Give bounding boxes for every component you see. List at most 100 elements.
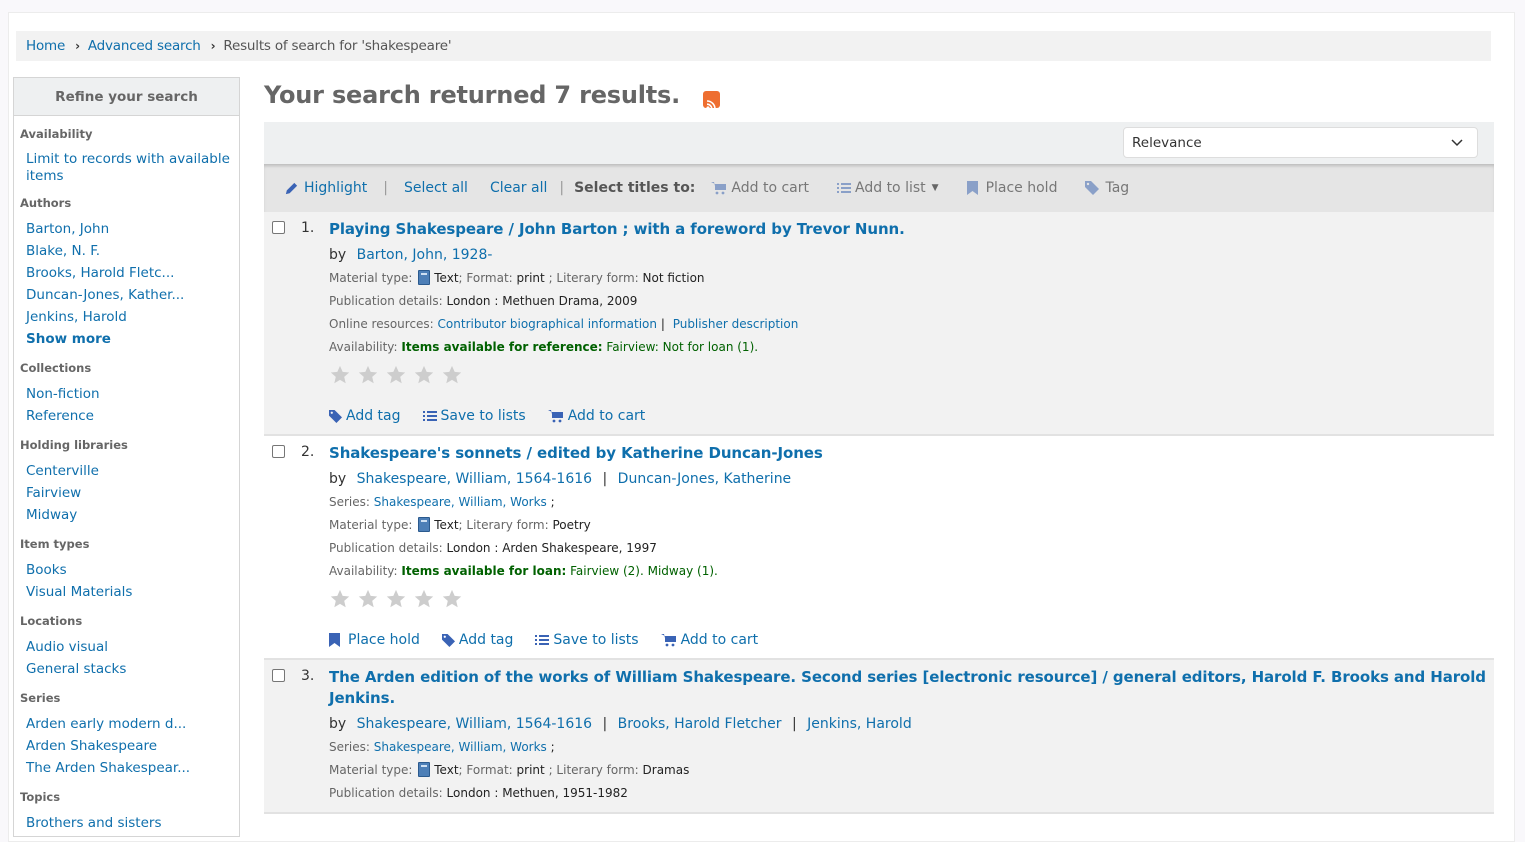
add-to-cart-button[interactable]: Add to cart	[547, 408, 645, 424]
tag-icon	[441, 633, 455, 647]
bookmark-icon	[966, 181, 978, 195]
author-link[interactable]: Shakespeare, William, 1564-1616	[357, 716, 592, 732]
show-more-link[interactable]: Show more	[26, 331, 111, 347]
star-icon[interactable]	[413, 364, 435, 386]
facet-link[interactable]: Blake, N. F.	[26, 243, 100, 259]
add-tag-button[interactable]: Add tag	[441, 632, 513, 648]
add-to-cart-button[interactable]: Add to cart	[660, 632, 758, 648]
chevron-right-icon: ›	[75, 39, 80, 53]
highlight-toggle[interactable]: Highlight	[284, 180, 367, 196]
author-link[interactable]: Brooks, Harold Fletcher	[618, 716, 782, 732]
result-authors: by Shakespeare, William, 1564-1616 | Dun…	[329, 471, 792, 487]
facet-link[interactable]: Books	[26, 562, 67, 578]
star-rating[interactable]	[329, 588, 1494, 610]
scrollbar-track[interactable]	[1515, 12, 1525, 825]
facet-link[interactable]: General stacks	[26, 661, 126, 677]
facet-item-types: Item types Books Visual Materials	[14, 537, 239, 603]
list-icon	[422, 411, 437, 421]
place-hold-button[interactable]: Place hold	[329, 632, 420, 648]
facet-link[interactable]: Brothers and sisters	[26, 815, 162, 831]
result-checkbox[interactable]	[272, 445, 285, 458]
result-checkbox[interactable]	[272, 669, 285, 682]
result-checkbox[interactable]	[272, 221, 285, 234]
bookmark-icon	[329, 633, 340, 647]
add-tag-button[interactable]: Add tag	[329, 408, 401, 424]
result-title[interactable]: Playing Shakespeare / John Barton ; with…	[329, 220, 905, 238]
facet-link[interactable]: Centerville	[26, 463, 99, 479]
series-link[interactable]: Shakespeare, William, Works	[374, 495, 547, 509]
material-type-line: Material type: Text; Literary form: Poet…	[329, 517, 591, 532]
facet-authors: Authors Barton, John Blake, N. F. Brooks…	[14, 196, 239, 350]
star-rating[interactable]	[329, 364, 1494, 386]
result-item: 3. The Arden edition of the works of Wil…	[264, 660, 1494, 814]
author-link[interactable]: Duncan-Jones, Katherine	[618, 471, 792, 487]
book-icon	[418, 517, 431, 532]
place-hold-bulk[interactable]: Place hold	[966, 180, 1057, 196]
publication-line: Publication details: London : Arden Shak…	[329, 541, 657, 555]
selection-toolbar: Highlight | Select all Clear all | Selec…	[264, 164, 1494, 212]
series-line: Series: Shakespeare, William, Works ;	[329, 740, 555, 754]
publication-line: Publication details: London : Methuen, 1…	[329, 786, 628, 800]
author-link[interactable]: Jenkins, Harold	[807, 716, 912, 732]
star-icon[interactable]	[357, 364, 379, 386]
results-heading: Your search returned 7 results.	[264, 77, 1494, 113]
save-to-lists-button[interactable]: Save to lists	[422, 408, 526, 424]
facet-link[interactable]: Barton, John	[26, 221, 109, 237]
author-link[interactable]: Shakespeare, William, 1564-1616	[357, 471, 592, 487]
breadcrumb-home[interactable]: Home	[26, 38, 65, 54]
cart-icon	[660, 634, 676, 647]
facet-link[interactable]: Midway	[26, 507, 77, 523]
tag-icon	[1085, 181, 1100, 195]
result-title[interactable]: Shakespeare's sonnets / edited by Kather…	[329, 444, 823, 462]
availability-line: Availability: Items available for refere…	[329, 340, 759, 354]
facet-link[interactable]: Duncan-Jones, Kather...	[26, 287, 184, 303]
facet-link[interactable]: Limit to records with available items	[26, 151, 230, 184]
facet-title: Authors	[20, 196, 72, 210]
star-icon[interactable]	[413, 588, 435, 610]
save-to-lists-button[interactable]: Save to lists	[535, 632, 639, 648]
select-all-link[interactable]: Select all	[404, 180, 468, 196]
result-actions: Place hold Add tag Save to lists Add to …	[329, 632, 1494, 648]
tag-icon	[329, 409, 342, 423]
facet-link[interactable]: Fairview	[26, 485, 81, 501]
author-link[interactable]: Barton, John, 1928-	[357, 247, 493, 263]
star-icon[interactable]	[329, 588, 351, 610]
facet-holding-libraries: Holding libraries Centerville Fairview M…	[14, 438, 239, 526]
material-type-line: Material type: Text; Format: print ; Lit…	[329, 762, 690, 777]
facet-title: Locations	[20, 614, 83, 628]
rss-feed-icon[interactable]	[703, 90, 721, 110]
star-icon[interactable]	[385, 364, 407, 386]
clear-all-link[interactable]: Clear all	[490, 180, 547, 196]
star-icon[interactable]	[329, 364, 351, 386]
star-icon[interactable]	[441, 364, 463, 386]
facet-link[interactable]: Jenkins, Harold	[26, 309, 127, 325]
breadcrumb-advanced-search[interactable]: Advanced search	[88, 38, 201, 54]
tag-bulk[interactable]: Tag	[1085, 180, 1129, 196]
online-resource-link[interactable]: Contributor biographical information	[438, 317, 657, 331]
facet-topics: Topics Brothers and sisters	[14, 790, 239, 834]
breadcrumb: Home › Advanced search › Results of sear…	[16, 31, 1491, 61]
result-title[interactable]: The Arden edition of the works of Willia…	[329, 668, 1486, 707]
facet-title: Availability	[20, 127, 93, 141]
facet-link[interactable]: The Arden Shakespear...	[26, 760, 190, 776]
sort-select[interactable]: Relevance	[1123, 127, 1478, 158]
online-resources-line: Online resources: Contributor biographic…	[329, 317, 799, 331]
facet-link[interactable]: Brooks, Harold Fletc...	[26, 265, 174, 281]
breadcrumb-current: Results of search for 'shakespeare'	[223, 38, 452, 54]
facet-link[interactable]: Audio visual	[26, 639, 108, 655]
facet-link[interactable]: Visual Materials	[26, 584, 132, 600]
online-resource-link[interactable]: Publisher description	[673, 317, 799, 331]
results-list: 1. Playing Shakespeare / John Barton ; w…	[264, 212, 1494, 814]
list-icon	[535, 635, 550, 645]
facet-link[interactable]: Reference	[26, 408, 94, 424]
publication-line: Publication details: London : Methuen Dr…	[329, 294, 638, 308]
star-icon[interactable]	[385, 588, 407, 610]
star-icon[interactable]	[441, 588, 463, 610]
facet-link[interactable]: Arden Shakespeare	[26, 738, 157, 754]
facet-link[interactable]: Arden early modern d...	[26, 716, 186, 732]
add-to-cart-bulk[interactable]: Add to cart	[711, 180, 809, 196]
add-to-list-dropdown[interactable]: Add to list ▼	[837, 180, 939, 196]
facet-link[interactable]: Non-fiction	[26, 386, 100, 402]
star-icon[interactable]	[357, 588, 379, 610]
series-link[interactable]: Shakespeare, William, Works	[374, 740, 547, 754]
